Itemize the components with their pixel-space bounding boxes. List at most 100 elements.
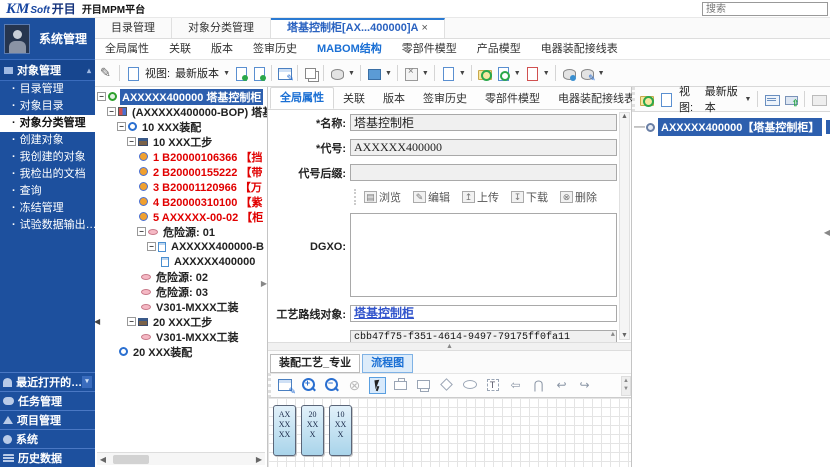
tree-item-step-20[interactable]: 20 XXX工步	[95, 314, 267, 329]
name-field[interactable]	[350, 114, 617, 131]
machine-icon[interactable]	[366, 66, 381, 81]
arrow-left-icon[interactable]: ⇦	[507, 377, 524, 394]
shape-process-icon[interactable]	[392, 377, 409, 394]
view-document-icon[interactable]	[125, 66, 140, 81]
view-value[interactable]: 最新版本	[705, 83, 740, 115]
flowchart-node[interactable]: 10 XX X	[329, 405, 352, 456]
copy-icon[interactable]	[303, 66, 318, 81]
tree-item-part-5[interactable]: 5 AXXXXX-00-02 【柜	[95, 209, 267, 224]
tab-mabom-structure[interactable]: MABOM结构	[307, 39, 392, 59]
tree-item-step-10[interactable]: 10 XXX工步	[95, 134, 267, 149]
tab-part-model-inner[interactable]: 零部件模型	[476, 89, 549, 109]
table-edit-icon[interactable]	[277, 377, 294, 394]
recently-opened-dropdown-icon[interactable]: ▾	[82, 376, 92, 388]
tree-item-part-3[interactable]: 3 B20001120966 【万	[95, 179, 267, 194]
doc-search-icon[interactable]	[495, 66, 510, 81]
scrollbar-thumb[interactable]	[113, 455, 149, 464]
search-input[interactable]	[702, 2, 828, 16]
sidebar-item-test-data-output[interactable]: 试验数据输出…	[0, 217, 95, 234]
table-edit-icon[interactable]	[277, 66, 292, 81]
shape-ellipse-icon[interactable]	[461, 377, 478, 394]
tree-horizontal-scrollbar[interactable]: ◀ ▶	[97, 452, 265, 465]
doc-export-icon[interactable]	[440, 66, 455, 81]
sidebar-user-row[interactable]: 系统管理	[0, 18, 95, 60]
download-button[interactable]: ↧下载	[511, 189, 548, 205]
arrow-return-icon[interactable]: ↪	[576, 377, 593, 394]
sidebar-item-system[interactable]: 系统	[0, 429, 95, 448]
tree-item-hazard-02[interactable]: 危险源: 02	[95, 269, 267, 284]
sidebar-item-freeze-management[interactable]: 冻结管理	[0, 200, 95, 217]
expand-toggle-icon[interactable]	[127, 137, 136, 146]
scroll-up-icon[interactable]: ▲	[620, 113, 629, 120]
sidebar-item-history-data[interactable]: 历史数据	[0, 448, 95, 467]
zoom-in-icon[interactable]: +	[300, 377, 317, 394]
tab-approval-history[interactable]: 签审历史	[243, 39, 307, 59]
sidebar-item-create-object[interactable]: 创建对象	[0, 132, 95, 149]
tab-product-model[interactable]: 产品模型	[467, 39, 531, 59]
machine-dropdown-icon[interactable]: ▼	[385, 70, 392, 77]
code-suffix-field[interactable]	[350, 164, 617, 181]
tab-tower-base-control-cabinet[interactable]: 塔基控制柜[AX...400000]A×	[271, 18, 445, 38]
view-dropdown-icon[interactable]: ▼	[744, 96, 751, 103]
database-dropdown-icon[interactable]: ▼	[348, 70, 355, 77]
route-object-link[interactable]: 塔基控制柜	[354, 306, 414, 320]
expand-toggle-icon[interactable]	[107, 107, 116, 116]
tree-item-hazard-01[interactable]: 危险源: 01	[95, 224, 267, 239]
edit-button[interactable]: ✎编辑	[413, 189, 450, 205]
box-close-icon[interactable]	[403, 66, 418, 81]
form-vertical-scrollbar[interactable]: ▲ ▼	[619, 112, 630, 340]
expand-toggle-icon[interactable]	[127, 317, 136, 326]
tab-versions[interactable]: 版本	[201, 39, 243, 59]
tree-item-fixture[interactable]: V301-MXXX工装	[95, 299, 267, 314]
tree-item-part-4[interactable]: 4 B20000310100 【紫	[95, 194, 267, 209]
expand-toggle-icon[interactable]	[117, 122, 126, 131]
tab-relations-inner[interactable]: 关联	[334, 89, 374, 109]
doc-search-dropdown-icon[interactable]: ▼	[514, 70, 521, 77]
browse-button[interactable]: ▤浏览	[364, 189, 401, 205]
pointer-tool-icon[interactable]	[369, 377, 386, 394]
tree-item-child-b[interactable]: AXXXXX400000-B	[95, 239, 267, 254]
tab-electrical-wiring-inner[interactable]: 电器装配接线表	[549, 89, 644, 109]
tree-item-child[interactable]: AXXXXX400000	[95, 254, 267, 269]
doc-red-dropdown-icon[interactable]: ▼	[543, 70, 550, 77]
arrow-loop-icon[interactable]: ⋂	[530, 377, 547, 394]
sidebar-item-query[interactable]: 查询	[0, 183, 95, 200]
scroll-up-icon[interactable]: ▲	[611, 331, 615, 339]
flowchart-node[interactable]: 20 XX X	[301, 405, 324, 456]
flowchart-canvas[interactable]: AX XX XX 20 XX X 10 XX X	[268, 398, 631, 467]
tree-item-part-1[interactable]: 1 B20000106366 【挡	[95, 149, 267, 164]
database-icon[interactable]	[329, 66, 344, 81]
scroll-right-icon[interactable]: ▶	[253, 455, 265, 464]
sidebar-item-object-catalog[interactable]: 对象目录	[0, 98, 95, 115]
edit-icon[interactable]	[99, 66, 114, 81]
tree-item-fixture-2[interactable]: V301-MXXX工装	[95, 329, 267, 344]
sidebar-item-project-management[interactable]: 项目管理	[0, 410, 95, 429]
user-avatar[interactable]	[4, 24, 30, 54]
view-tree-item[interactable]: — AXXXXX400000【塔基控制柜】 1	[634, 118, 828, 136]
view-value[interactable]: 最新版本	[175, 65, 219, 81]
dgxo-textarea[interactable]	[350, 213, 617, 297]
tab-approval-history-inner[interactable]: 签审历史	[414, 89, 476, 109]
new-document-icon[interactable]	[658, 92, 673, 107]
sidebar-item-my-created-objects[interactable]: 我创建的对象	[0, 149, 95, 166]
section-collapse-icon[interactable]: ▴	[87, 66, 91, 75]
print-export-icon[interactable]	[783, 92, 798, 107]
doc-export-dropdown-icon[interactable]: ▼	[459, 70, 466, 77]
upload-button[interactable]: ↥上传	[462, 189, 499, 205]
tab-part-model[interactable]: 零部件模型	[392, 39, 467, 59]
folder-search-icon[interactable]	[477, 66, 492, 81]
tab-global-properties-inner[interactable]: 全局属性	[270, 87, 334, 109]
card-view-icon[interactable]	[764, 92, 779, 107]
scroll-left-icon[interactable]: ◀	[97, 455, 109, 464]
tab-flowchart[interactable]: 流程图	[362, 354, 413, 373]
tree-item-root[interactable]: AXXXXX400000 塔基控制柜	[95, 89, 267, 104]
sidebar-item-object-class-management[interactable]: 对象分类管理	[0, 115, 95, 132]
tab-object-class-management[interactable]: 对象分类管理	[172, 18, 271, 38]
db-edit-dropdown-icon[interactable]: ▼	[598, 70, 605, 77]
sidebar-item-recently-opened[interactable]: 最近打开的… ▾	[0, 372, 95, 391]
sidebar-item-my-checked-out-docs[interactable]: 我检出的文档	[0, 166, 95, 183]
shape-text-icon[interactable]: T	[484, 377, 501, 394]
box-dropdown-icon[interactable]: ▼	[422, 70, 429, 77]
code-field[interactable]	[350, 139, 617, 156]
part-instance-field[interactable]: cbb47f75-f351-4614-9497-79175ff0fa11▲	[350, 330, 617, 342]
